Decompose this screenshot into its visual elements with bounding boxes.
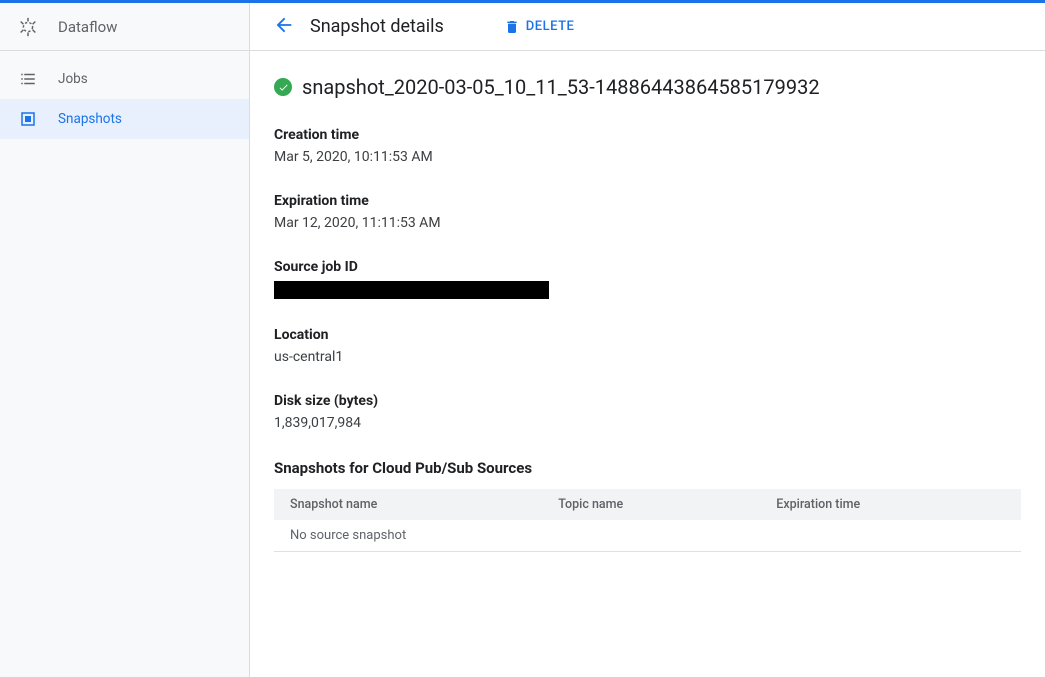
sidebar-item-snapshots[interactable]: Snapshots [0, 99, 249, 139]
field-expiration-time: Expiration time Mar 12, 2020, 11:11:53 A… [274, 193, 1021, 231]
pubsub-section-title: Snapshots for Cloud Pub/Sub Sources [274, 459, 1021, 477]
sidebar-header: Dataflow [0, 3, 249, 51]
field-label: Location [274, 327, 1021, 343]
product-name: Dataflow [58, 18, 117, 36]
content-area: snapshot_2020-03-05_10_11_53-14886443864… [250, 51, 1045, 677]
sidebar-nav: Jobs Snapshots [0, 51, 249, 139]
delete-button[interactable]: DELETE [504, 19, 575, 35]
snapshot-name-row: snapshot_2020-03-05_10_11_53-14886443864… [274, 75, 1021, 99]
sidebar: Dataflow Jobs [0, 3, 250, 677]
dataflow-product-icon [16, 15, 40, 39]
page-title: Snapshot details [310, 16, 444, 37]
main-content: Snapshot details DELETE snapshot_2020-03… [250, 3, 1045, 677]
delete-label: DELETE [526, 19, 575, 34]
back-button[interactable] [266, 9, 302, 45]
jobs-list-icon [16, 67, 40, 91]
trash-icon [504, 19, 520, 35]
column-header-snapshot-name[interactable]: Snapshot name [274, 489, 542, 520]
pubsub-table: Snapshot name Topic name Expiration time… [274, 489, 1021, 552]
field-source-job-id: Source job ID [274, 259, 1021, 299]
table-header-row: Snapshot name Topic name Expiration time [274, 489, 1021, 520]
column-header-topic-name[interactable]: Topic name [542, 489, 760, 520]
field-label: Disk size (bytes) [274, 393, 1021, 409]
snapshot-name: snapshot_2020-03-05_10_11_53-14886443864… [302, 75, 820, 99]
empty-message: No source snapshot [274, 520, 1021, 552]
sidebar-item-label: Jobs [58, 71, 88, 87]
field-creation-time: Creation time Mar 5, 2020, 10:11:53 AM [274, 127, 1021, 165]
field-value: 1,839,017,984 [274, 415, 1021, 431]
sidebar-item-jobs[interactable]: Jobs [0, 59, 249, 99]
field-label: Creation time [274, 127, 1021, 143]
field-label: Expiration time [274, 193, 1021, 209]
arrow-back-icon [273, 14, 295, 40]
column-header-expiration-time[interactable]: Expiration time [760, 489, 1021, 520]
main-layout: Dataflow Jobs [0, 3, 1045, 677]
field-value: us-central1 [274, 349, 1021, 365]
field-value: Mar 12, 2020, 11:11:53 AM [274, 215, 1021, 231]
field-value: Mar 5, 2020, 10:11:53 AM [274, 149, 1021, 165]
redacted-value [274, 281, 549, 299]
field-disk-size: Disk size (bytes) 1,839,017,984 [274, 393, 1021, 431]
sidebar-item-label: Snapshots [58, 111, 122, 127]
field-location: Location us-central1 [274, 327, 1021, 365]
status-success-icon [274, 78, 292, 96]
field-label: Source job ID [274, 259, 1021, 275]
main-header: Snapshot details DELETE [250, 3, 1045, 51]
snapshots-icon [16, 107, 40, 131]
table-row-empty: No source snapshot [274, 520, 1021, 552]
